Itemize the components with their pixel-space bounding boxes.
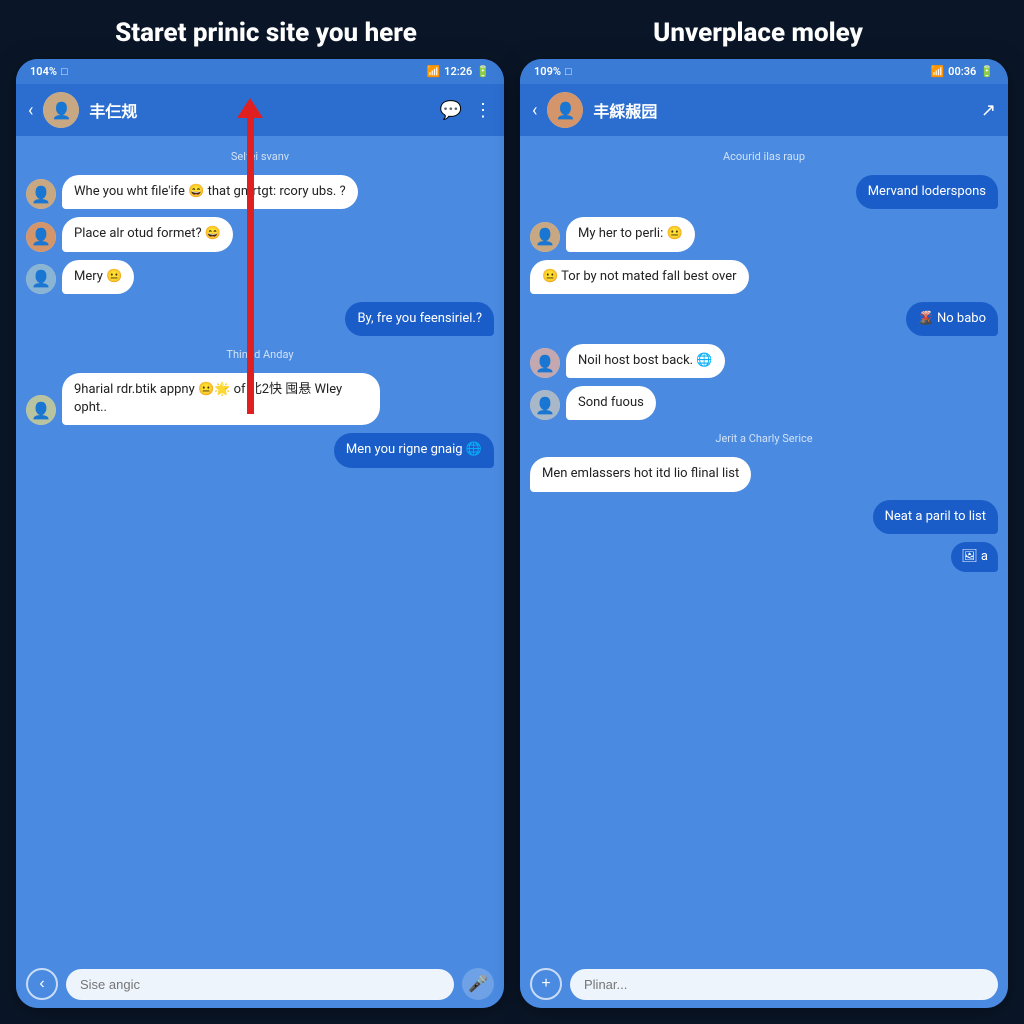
right-input-bar: +	[520, 960, 1008, 1008]
list-item: Whe you wht file'ife 😄 that gnrrtgt: rco…	[62, 175, 358, 209]
avatar: 👤	[26, 222, 56, 252]
list-item: 9harial rdr.btik appny 😐🌟 of 北2快 囤悬 Wley…	[62, 373, 380, 425]
right-date-label-1: Acourid ilas raup	[530, 150, 998, 163]
avatar: 👤	[26, 179, 56, 209]
right-nav-bar: ‹ 👤 丰綵赧园 ↗	[520, 84, 1008, 136]
avatar: 👤	[530, 390, 560, 420]
avatar: 👤	[26, 264, 56, 294]
table-row: Men emlassers hot itd lio flinal list	[530, 457, 998, 491]
table-row: Neat a paril to list	[530, 500, 998, 534]
table-row: 👤 Noil host bost back. 🌐	[530, 344, 998, 378]
left-nav-bar: ‹ 👤 丰仨规 💬 ⋮	[16, 84, 504, 136]
table-row: 👤 9harial rdr.btik appny 😐🌟 of 北2快 囤悬 Wl…	[26, 373, 494, 425]
right-signal-text: 109%	[534, 65, 561, 78]
left-share-button[interactable]: ‹	[26, 968, 58, 1000]
left-battery-icon: 🔋	[476, 65, 490, 78]
right-back-icon[interactable]: ‹	[532, 100, 537, 121]
list-item: My her to perli: 😐	[566, 217, 695, 251]
right-message-input[interactable]	[570, 969, 998, 1000]
list-item: Mervand loderspons	[856, 175, 998, 209]
avatar: 👤	[530, 348, 560, 378]
left-page-title: Staret prinic site you here	[20, 18, 512, 49]
left-time: 12:26	[444, 65, 472, 78]
right-nav-title: 丰綵赧园	[593, 98, 971, 122]
left-mic-button[interactable]: 🎤	[462, 968, 494, 1000]
table-row: 👤 My her to perli: 😐	[530, 217, 998, 251]
list-item: Men emlassers hot itd lio flinal list	[530, 457, 751, 491]
right-wifi-icon: 📶	[930, 65, 944, 78]
right-date-label-2: Jerit a Charly Serice	[530, 432, 998, 445]
list-item: By, fre you feensiriel.?	[345, 302, 494, 336]
list-item: 😐 Tor by not mated fall best over	[530, 260, 749, 294]
table-row: 👤 Sond fuous	[530, 386, 998, 420]
right-share-icon[interactable]: ↗	[981, 100, 996, 121]
right-battery-icon: 🔋	[980, 65, 994, 78]
table-row: 👤 Whe you wht file'ife 😄 that gnrrtgt: r…	[26, 175, 494, 209]
left-wifi-icon: 📶	[426, 65, 440, 78]
left-phone: 104% □ 📶 12:26 🔋 ‹ 👤 丰仨规 💬 ⋮ Selfei svan	[16, 59, 504, 1008]
left-nav-title: 丰仨规	[89, 98, 429, 122]
table-row: 🌋 No babo	[530, 302, 998, 336]
table-row: 😐 Tor by not mated fall best over	[530, 260, 998, 294]
left-input-bar: ‹ 🎤	[16, 960, 504, 1008]
left-back-icon[interactable]: ‹	[28, 100, 33, 121]
right-page-title: Unverplace moley	[512, 18, 1004, 49]
table-row: By, fre you feensiriel.?	[26, 302, 494, 336]
table-row: Men you rigne gnaig 🌐	[26, 433, 494, 467]
right-nav-avatar: 👤	[547, 92, 583, 128]
avatar: 👤	[26, 395, 56, 425]
left-date-label-1: Selfei svanv	[26, 150, 494, 163]
list-item: Place alr otud formet? 😄	[62, 217, 233, 251]
right-phone: 109% □ 📶 00:36 🔋 ‹ 👤 丰綵赧园 ↗ Acourid ilas…	[520, 59, 1008, 1008]
list-item: Men you rigne gnaig 🌐	[334, 433, 494, 467]
right-status-bar: 109% □ 📶 00:36 🔋	[520, 59, 1008, 84]
table-row: 👤 Place alr otud formet? 😄	[26, 217, 494, 251]
left-chat-area: Selfei svanv 👤 Whe you wht file'ife 😄 th…	[16, 136, 504, 960]
left-chat-icon[interactable]: 💬	[440, 100, 462, 121]
list-item: Noil host bost back. 🌐	[566, 344, 725, 378]
avatar: 👤	[530, 222, 560, 252]
left-status-bar: 104% □ 📶 12:26 🔋	[16, 59, 504, 84]
list-item: Mery 😐	[62, 260, 134, 294]
left-message-input[interactable]	[66, 969, 454, 1000]
table-row: Mervand loderspons	[530, 175, 998, 209]
left-more-icon[interactable]: ⋮	[474, 100, 492, 121]
table-row: 👤 Mery 😐	[26, 260, 494, 294]
list-item: Sond fuous	[566, 386, 656, 420]
right-chat-area: Acourid ilas raup Mervand loderspons 👤 M…	[520, 136, 1008, 960]
left-sim-icon: □	[61, 65, 68, 78]
list-item: 🌋 No babo	[906, 302, 998, 336]
table-row: 🖼 a	[530, 542, 998, 572]
left-nav-avatar: 👤	[43, 92, 79, 128]
right-time: 00:36	[948, 65, 976, 78]
list-item: 🖼 a	[951, 542, 998, 572]
right-sim-icon: □	[565, 65, 572, 78]
left-signal-text: 104%	[30, 65, 57, 78]
list-item: Neat a paril to list	[873, 500, 998, 534]
left-date-label-2: Thinod Anday	[26, 348, 494, 361]
right-add-button[interactable]: +	[530, 968, 562, 1000]
